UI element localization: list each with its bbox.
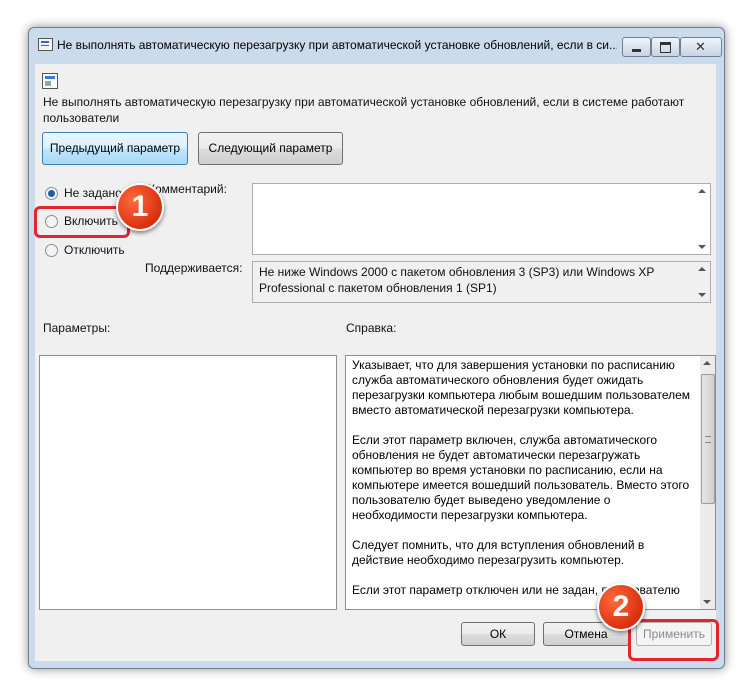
options-label: Параметры: [43,321,111,335]
highlight-apply-button [628,619,719,661]
supported-value: Не ниже Windows 2000 с пакетом обновлени… [259,265,655,295]
scroll-down-arrow-icon[interactable] [698,293,706,297]
scroll-down-arrow-icon[interactable] [703,600,711,604]
help-pane: Указывает, что для завершения установки … [345,355,716,610]
scroll-down-arrow-icon[interactable] [698,245,706,249]
radio-disabled-dot[interactable] [45,243,58,257]
maximize-button[interactable] [651,37,680,57]
setting-title: Не выполнять автоматическую перезагрузку… [43,95,685,125]
radio-disabled-label: Отключить [64,243,125,257]
radio-not-configured-label: Не задано [64,186,122,200]
next-setting-button[interactable]: Следующий параметр [198,132,343,165]
supported-on-box: Не ниже Windows 2000 с пакетом обновлени… [252,261,711,303]
close-button[interactable] [680,37,722,57]
ok-button[interactable]: ОК [461,622,535,646]
help-text: Указывает, что для завершения установки … [352,358,691,597]
window-icon [38,38,53,51]
options-pane [39,355,337,610]
step-2-badge: 2 [597,583,645,631]
scroll-up-arrow-icon[interactable] [698,267,706,271]
help-scrollbar[interactable] [700,356,715,609]
dialog-body: Не выполнять автоматическую перезагрузку… [35,64,716,661]
radio-not-configured-dot[interactable] [45,186,58,200]
comment-scrollbar[interactable] [695,184,710,254]
scroll-up-arrow-icon[interactable] [703,361,711,365]
supported-label: Поддерживается: [145,261,243,275]
step-1-badge: 1 [116,183,164,231]
group-policy-setting-window: Не выполнять автоматическую перезагрузку… [28,27,725,669]
scroll-up-arrow-icon[interactable] [698,189,706,193]
help-scrollbar-thumb[interactable] [701,374,715,504]
minimize-button[interactable] [622,37,651,57]
previous-setting-button[interactable]: Предыдущий параметр [42,132,188,165]
supported-scrollbar[interactable] [695,262,710,302]
comment-textarea[interactable] [252,183,711,255]
title-bar[interactable]: Не выполнять автоматическую перезагрузку… [29,28,724,58]
radio-disabled[interactable]: Отключить [45,241,125,259]
radio-not-configured[interactable]: Не задано [45,184,122,202]
policy-setting-icon [42,73,58,89]
help-label: Справка: [346,321,397,335]
window-title: Не выполнять автоматическую перезагрузку… [57,38,617,52]
